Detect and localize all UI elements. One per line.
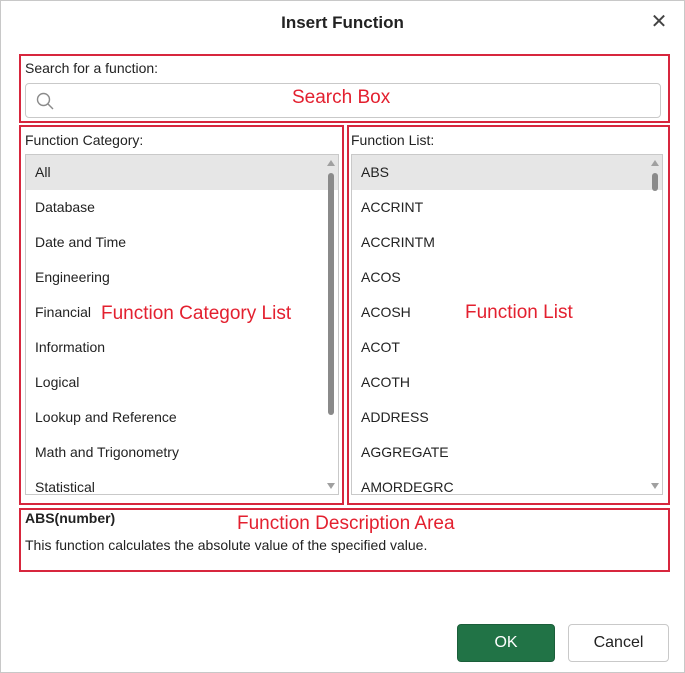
search-label: Search for a function: [25, 60, 159, 76]
category-items: All Database Date and Time Engineering Finan… [26, 155, 338, 494]
function-list-item[interactable]: ACOT [352, 330, 662, 365]
function-list-item[interactable]: ADDRESS [352, 400, 662, 435]
category-list-item[interactable]: Database [26, 190, 338, 225]
function-list-annotation-label: Function List [465, 302, 573, 323]
function-scroll-thumb[interactable] [652, 173, 658, 191]
search-box-annotation-label: Search Box [292, 87, 391, 108]
category-list-item[interactable]: Math and Trigonometry [26, 435, 338, 470]
function-list-label: Function List: [351, 132, 435, 148]
category-list-item[interactable]: All [26, 155, 338, 190]
function-items: ABS ACCRINT ACCRINTM ACOS ACOSH ACOT ACOTH ADDR… [352, 155, 662, 494]
category-scrollbar[interactable] [324, 155, 338, 494]
category-list-item[interactable]: Lookup and Reference [26, 400, 338, 435]
category-list-item[interactable]: Engineering [26, 260, 338, 295]
cancel-button[interactable]: Cancel [568, 624, 669, 662]
category-list-item[interactable]: Statistical [26, 470, 338, 494]
scroll-up-icon[interactable] [651, 160, 659, 166]
function-list-item[interactable]: ACCRINT [352, 190, 662, 225]
function-signature: ABS(number) [25, 510, 116, 526]
function-scrollbar[interactable] [648, 155, 662, 494]
function-list-item[interactable]: ABS [352, 155, 662, 190]
insert-function-dialog: Insert Function ✕ Search for a function:… [0, 0, 685, 673]
category-label: Function Category: [25, 132, 144, 148]
description-annotation-label: Function Description Area [237, 513, 455, 534]
category-scroll-thumb[interactable] [328, 173, 334, 415]
dialog-title: Insert Function [281, 13, 404, 32]
close-icon[interactable]: ✕ [648, 11, 670, 33]
function-list-item[interactable]: ACOTH [352, 365, 662, 400]
category-list-annotation-label: Function Category List [101, 303, 292, 324]
function-list-item[interactable]: ACCRINTM [352, 225, 662, 260]
function-description: This function calculates the absolute va… [25, 537, 428, 553]
category-list-item[interactable]: Date and Time [26, 225, 338, 260]
scroll-down-icon[interactable] [651, 483, 659, 489]
search-icon [36, 92, 54, 110]
scroll-up-icon[interactable] [327, 160, 335, 166]
category-list-item[interactable]: Logical [26, 365, 338, 400]
function-list[interactable]: ABS ACCRINT ACCRINTM ACOS ACOSH ACOT ACOTH ADDR… [351, 154, 663, 495]
function-list-item[interactable]: AGGREGATE [352, 435, 662, 470]
function-list-item[interactable]: ACOS [352, 260, 662, 295]
scroll-down-icon[interactable] [327, 483, 335, 489]
category-list-item[interactable]: Information [26, 330, 338, 365]
ok-button[interactable]: OK [457, 624, 555, 662]
function-list-item[interactable]: AMORDEGRC [352, 470, 662, 494]
